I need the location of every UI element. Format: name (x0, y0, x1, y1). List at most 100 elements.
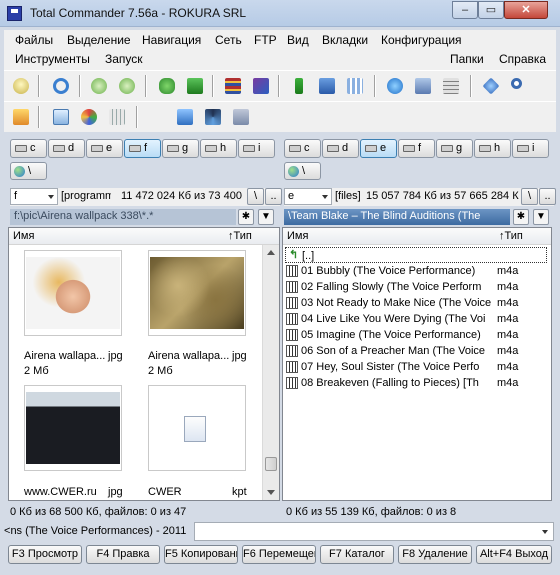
right-hotlist-button[interactable]: ✱ (513, 209, 529, 225)
lightbulb-icon[interactable] (10, 75, 32, 97)
remote-icon[interactable] (174, 106, 196, 128)
right-drive-g[interactable]: g (436, 139, 473, 158)
forward-icon[interactable] (116, 75, 138, 97)
file-row[interactable]: 08 Breakeven (Falling to Pieces) [Th m4a (285, 375, 547, 391)
right-drive-e[interactable]: e (360, 139, 397, 158)
thumbnail[interactable] (24, 385, 122, 471)
right-drive-f[interactable]: f (398, 139, 435, 158)
left-drive-e[interactable]: e (86, 139, 123, 158)
left-col-name[interactable]: Имя (13, 230, 34, 242)
maximize-button[interactable]: ▭ (478, 1, 504, 19)
ie-icon[interactable] (384, 75, 406, 97)
right-col-type[interactable]: ↑Тип (499, 230, 523, 242)
calculator-icon[interactable] (440, 75, 462, 97)
left-drive-i[interactable]: i (238, 139, 275, 158)
left-drive-d[interactable]: d (48, 139, 85, 158)
left-scrollbar[interactable] (262, 245, 279, 500)
file-row[interactable]: 06 Son of a Preacher Man (The Voice m4a (285, 343, 547, 359)
menu-navigation[interactable]: Навигация (142, 33, 201, 47)
f6-move-button[interactable]: F6 Перемещение (242, 545, 316, 564)
f3-view-button[interactable]: F3 Просмотр (8, 545, 82, 564)
sync-icon[interactable] (288, 75, 310, 97)
file-row[interactable]: 04 Live Like You Were Dying (The Voi m4a (285, 311, 547, 327)
right-drive-select[interactable]: e (284, 188, 332, 205)
close-button[interactable]: ✕ (504, 1, 548, 19)
menu-tools[interactable]: Инструменты (15, 52, 90, 66)
menu-ftp[interactable]: FTP (254, 33, 277, 47)
command-input[interactable] (194, 522, 554, 541)
menu-files[interactable]: Файлы (15, 33, 53, 47)
file-row[interactable]: 01 Bubbly (The Voice Performance) m4a (285, 263, 547, 279)
right-drive-h[interactable]: h (474, 139, 511, 158)
system-icon[interactable] (202, 106, 224, 128)
parent-dir-row[interactable]: ↰ [..] (285, 247, 547, 263)
f5-copy-button[interactable]: F5 Копирование (164, 545, 238, 564)
f4-edit-button[interactable]: F4 Правка (86, 545, 160, 564)
pack-icon[interactable] (156, 75, 178, 97)
left-network-drive[interactable]: \ (10, 162, 47, 180)
right-col-name[interactable]: Имя (287, 230, 308, 242)
star-icon[interactable] (480, 75, 502, 97)
books-icon[interactable] (222, 75, 244, 97)
left-drive-h[interactable]: h (200, 139, 237, 158)
left-file-panel[interactable]: Имя ↑Тип Airena wallapa... jpg 2 Мб Aire… (8, 227, 280, 501)
file-row[interactable]: 03 Not Ready to Make Nice (The Voice m4a (285, 295, 547, 311)
f7-mkdir-button[interactable]: F7 Каталог (320, 545, 394, 564)
paint-icon[interactable] (78, 106, 100, 128)
right-root-button[interactable]: \ (521, 188, 538, 205)
exit-button[interactable]: Alt+F4 Выход (476, 545, 552, 564)
right-drive-d[interactable]: d (322, 139, 359, 158)
network-icon[interactable] (412, 75, 434, 97)
left-up-button[interactable]: .. (265, 188, 282, 205)
left-hotlist-button[interactable]: ✱ (238, 209, 254, 225)
thumbnail[interactable] (24, 250, 122, 336)
menu-view[interactable]: Вид (287, 33, 309, 47)
right-up-button[interactable]: .. (539, 188, 556, 205)
right-history-button[interactable]: ▼ (533, 209, 549, 225)
left-root-button[interactable]: \ (247, 188, 264, 205)
menu-net[interactable]: Сеть (215, 33, 242, 47)
menu-start[interactable]: Запуск (105, 52, 143, 66)
minimize-button[interactable]: – (452, 1, 478, 19)
left-col-type[interactable]: ↑Тип (228, 230, 252, 242)
chevron-down-icon[interactable] (542, 530, 548, 534)
left-drive-g[interactable]: g (162, 139, 199, 158)
multi-rename-icon[interactable] (316, 75, 338, 97)
back-icon[interactable] (88, 75, 110, 97)
left-history-button[interactable]: ▼ (258, 209, 274, 225)
thumbnail[interactable] (148, 385, 246, 471)
menu-folders[interactable]: Папки (450, 52, 484, 66)
notepad-icon[interactable] (50, 106, 72, 128)
thumb-name: CWER (148, 486, 182, 498)
right-network-drive[interactable]: \ (284, 162, 321, 180)
left-drive-c[interactable]: c (10, 139, 47, 158)
menu-tabs[interactable]: Вкладки (322, 33, 368, 47)
app-icon (7, 6, 22, 21)
refresh-icon[interactable] (50, 75, 72, 97)
thumbnail[interactable] (148, 250, 246, 336)
compare-icon[interactable] (250, 75, 272, 97)
file-row[interactable]: 02 Falling Slowly (The Voice Perform m4a (285, 279, 547, 295)
calc-icon[interactable] (106, 106, 128, 128)
menu-config[interactable]: Конфигурация (381, 33, 462, 47)
file-row[interactable]: 05 Imagine (The Voice Performance) m4a (285, 327, 547, 343)
right-path[interactable]: \Team Blake – The Blind Auditions (The (284, 209, 510, 225)
ftp-icon[interactable] (10, 106, 32, 128)
left-path[interactable]: f:\pic\Airena wallpack 338\*.* (10, 209, 236, 225)
scroll-thumb[interactable] (265, 457, 277, 471)
columns-icon[interactable] (344, 75, 366, 97)
search-icon[interactable] (508, 75, 530, 97)
left-drive-f[interactable]: f (124, 139, 161, 158)
menu-selection[interactable]: Выделение (67, 33, 131, 47)
unpack-icon[interactable] (184, 75, 206, 97)
file-row[interactable]: 07 Hey, Soul Sister (The Voice Perfo m4a (285, 359, 547, 375)
menu-help[interactable]: Справка (499, 52, 546, 66)
right-drive-c[interactable]: c (284, 139, 321, 158)
right-file-panel[interactable]: Имя ↑Тип ↰ [..] 01 Bubbly (The Voice Per… (282, 227, 552, 501)
tools-icon[interactable] (230, 106, 252, 128)
right-drive-i[interactable]: i (512, 139, 549, 158)
f8-delete-button[interactable]: F8 Удаление (398, 545, 472, 564)
scroll-up-icon[interactable] (267, 250, 275, 255)
scroll-down-icon[interactable] (267, 490, 275, 495)
left-drive-select[interactable]: f (10, 188, 58, 205)
